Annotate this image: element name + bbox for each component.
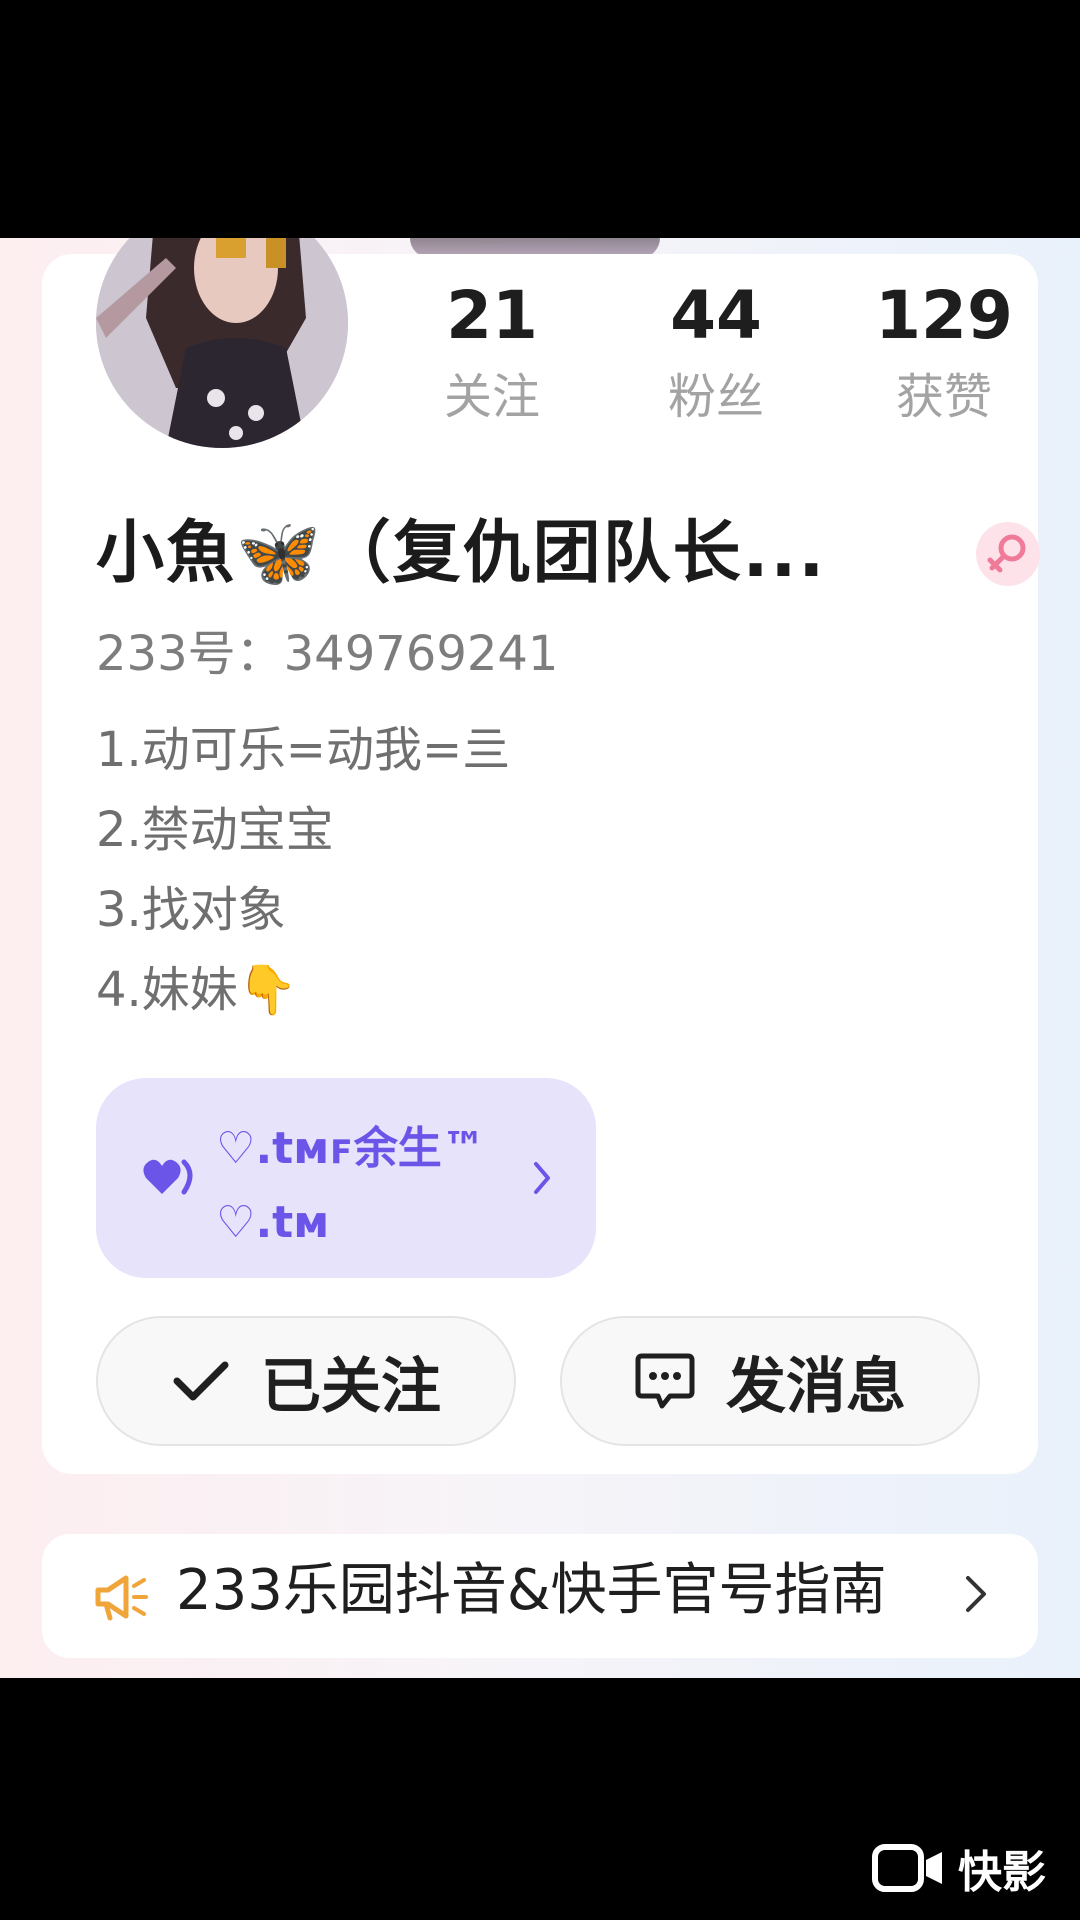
stat-likes-label: 获赞 xyxy=(895,369,992,425)
female-icon xyxy=(976,522,1040,586)
stat-followers-label: 粉丝 xyxy=(667,369,764,425)
stat-following-value: 21 xyxy=(446,277,538,354)
chevron-right-icon xyxy=(966,1576,986,1612)
message-button-label: 发消息 xyxy=(726,1351,906,1422)
stat-likes-value: 129 xyxy=(875,277,1013,354)
bio-line: 2.禁动宝宝 xyxy=(96,802,334,858)
avatar-image xyxy=(96,238,348,448)
user-id: 233号：349769241 xyxy=(96,626,559,682)
stat-likes[interactable]: 129 获赞 xyxy=(844,276,1044,432)
check-icon xyxy=(173,1361,229,1401)
profile-name: 小魚🦋（复仇团队长... xyxy=(96,514,827,593)
relationship-names: ♡.tᴍꜰ余生™ ♡.tᴍ xyxy=(216,1112,486,1260)
name-row: 小魚🦋（复仇团队长... xyxy=(96,504,1040,604)
bio-line: 1.动可乐=动我=亖 xyxy=(96,722,511,778)
message-button[interactable]: 发消息 xyxy=(560,1316,980,1446)
follow-button-label: 已关注 xyxy=(261,1351,441,1422)
double-heart-icon xyxy=(143,1159,193,1195)
watermark: 快影 xyxy=(872,1836,1046,1900)
stat-followers-value: 44 xyxy=(670,277,762,354)
stat-followers[interactable]: 44 粉丝 xyxy=(616,276,816,432)
bio-line: 4.妹妹👇 xyxy=(96,962,298,1018)
announcement-banner[interactable]: 233乐园抖音&快手官号指南 xyxy=(42,1534,1038,1658)
bio: 1.动可乐=动我=亖 2.禁动宝宝 3.找对象 4.妹妹👇 xyxy=(96,710,510,1030)
stat-following-label: 关注 xyxy=(443,369,540,425)
megaphone-icon xyxy=(95,1575,148,1621)
avatar[interactable] xyxy=(96,238,348,448)
chat-bubble-icon xyxy=(635,1353,695,1409)
relationship-name-2: ♡.tᴍ xyxy=(216,1197,330,1248)
follow-button[interactable]: 已关注 xyxy=(96,1316,516,1446)
announcement-text: 233乐园抖音&快手官号指南 xyxy=(176,1558,887,1623)
chevron-right-icon xyxy=(534,1162,550,1194)
relationship-name-1: ♡.tᴍꜰ余生™ xyxy=(216,1123,486,1174)
profile-screen: 21 关注 44 粉丝 129 获赞 小魚🦋（复仇团队长... 233号：349… xyxy=(0,238,1080,1678)
profile-card: 21 关注 44 粉丝 129 获赞 小魚🦋（复仇团队长... 233号：349… xyxy=(42,238,1040,1474)
stats-row: 21 关注 44 粉丝 129 获赞 xyxy=(392,276,1032,426)
watermark-text: 快影 xyxy=(958,1847,1046,1898)
stat-following[interactable]: 21 关注 xyxy=(392,276,592,432)
camera-logo-icon xyxy=(872,1844,942,1892)
bio-line: 3.找对象 xyxy=(96,882,286,938)
relationship-card[interactable]: ♡.tᴍꜰ余生™ ♡.tᴍ xyxy=(96,1078,596,1278)
